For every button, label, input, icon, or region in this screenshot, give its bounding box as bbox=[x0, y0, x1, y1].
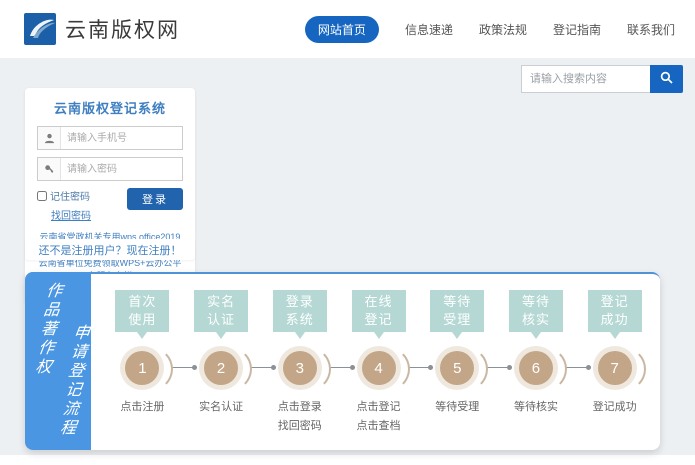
step-caption: 点击登记点击查档 bbox=[357, 398, 401, 435]
phone-input-group bbox=[37, 126, 183, 150]
flow-step-7: 登记成功 7 登记成功 bbox=[575, 290, 654, 446]
step-circle-ring: 2 bbox=[199, 346, 243, 390]
search-icon bbox=[660, 71, 673, 87]
login-actions-row: 记住密码 找回密码 登录 bbox=[37, 188, 183, 224]
nav-item-1[interactable]: 信息速递 bbox=[405, 21, 453, 38]
step-bubble: 实名认证 bbox=[194, 290, 248, 332]
search-bar bbox=[521, 65, 683, 93]
register-banner: 还不是注册用户？现在注册！ bbox=[25, 239, 195, 260]
main-nav: 网站首页 信息速递 政策法规 登记指南 联系我们 bbox=[305, 16, 675, 43]
bubble-tail bbox=[531, 332, 541, 339]
step-bubble: 等待受理 bbox=[430, 290, 484, 332]
step-circle-ring: 7 bbox=[593, 346, 637, 390]
bubble-tail bbox=[295, 332, 305, 339]
remember-password-label[interactable]: 记住密码 bbox=[37, 188, 91, 203]
step-circle-row: 7 bbox=[575, 346, 654, 390]
flow-side-label: 作品著作权 申请登记流程 bbox=[25, 272, 91, 450]
bubble-tail bbox=[452, 332, 462, 339]
step-bubble: 等待核实 bbox=[509, 290, 563, 332]
step-bubble: 首次使用 bbox=[115, 290, 169, 332]
bubble-tail bbox=[610, 332, 620, 339]
step-number: 1 bbox=[125, 351, 159, 385]
flow-side-label-col1: 作品著作权 bbox=[27, 282, 64, 377]
header: 云南版权网 网站首页 信息速递 政策法规 登记指南 联系我们 bbox=[0, 0, 695, 58]
remember-password-checkbox[interactable] bbox=[37, 191, 47, 201]
password-input[interactable] bbox=[61, 158, 182, 180]
login-button[interactable]: 登录 bbox=[127, 188, 183, 210]
flow-steps: 首次使用1点击注册实名认证2实名认证登录系统3点击登录找回密码在线登记4点击登记… bbox=[103, 290, 654, 446]
bubble-tail bbox=[137, 332, 147, 339]
step-circle-row: 2 bbox=[182, 346, 261, 390]
step-bubble: 登记成功 bbox=[588, 290, 642, 332]
step-number: 7 bbox=[598, 351, 632, 385]
page: 云南版权网 网站首页 信息速递 政策法规 登记指南 联系我们 云南版权登记系统 bbox=[0, 0, 695, 465]
step-caption: 等待核实 bbox=[514, 398, 558, 417]
key-icon bbox=[38, 158, 61, 180]
step-circle-row: 3 bbox=[260, 346, 339, 390]
step-circle-row: 1 bbox=[103, 346, 182, 390]
flow-step-1: 首次使用 1 点击注册 bbox=[103, 290, 182, 446]
bubble-tail bbox=[216, 332, 226, 339]
logo-icon bbox=[24, 13, 56, 45]
flow-step-3: 登录系统 3 点击登录找回密码 bbox=[260, 290, 339, 446]
step-number: 3 bbox=[283, 351, 317, 385]
flow-step-2: 实名认证 2 实名认证 bbox=[182, 290, 261, 446]
main-content: 云南版权登记系统 bbox=[0, 58, 695, 455]
step-caption: 实名认证 bbox=[199, 398, 243, 417]
step-number: 5 bbox=[440, 351, 474, 385]
step-caption: 点击登录找回密码 bbox=[278, 398, 322, 435]
step-circle-row: 6 bbox=[497, 346, 576, 390]
step-caption: 点击注册 bbox=[120, 398, 164, 417]
step-circle-row: 5 bbox=[418, 346, 497, 390]
user-icon bbox=[38, 127, 61, 149]
flow-side-label-col2: 申请登记流程 bbox=[52, 324, 91, 438]
step-bubble: 登录系统 bbox=[273, 290, 327, 332]
login-title: 云南版权登记系统 bbox=[37, 98, 183, 117]
register-now-link[interactable]: 还不是注册用户？现在注册！ bbox=[39, 242, 182, 258]
nav-item-4[interactable]: 联系我们 bbox=[627, 21, 675, 38]
step-circle-ring: 3 bbox=[278, 346, 322, 390]
nav-item-2[interactable]: 政策法规 bbox=[479, 21, 527, 38]
step-circle-row: 4 bbox=[339, 346, 418, 390]
remember-password-text: 记住密码 bbox=[50, 188, 90, 203]
step-caption: 登记成功 bbox=[593, 398, 637, 417]
phone-input[interactable] bbox=[61, 127, 182, 149]
nav-item-0[interactable]: 网站首页 bbox=[305, 16, 379, 43]
flow-step-5: 等待受理 5 等待受理 bbox=[418, 290, 497, 446]
step-circle-ring: 5 bbox=[435, 346, 479, 390]
site-logo[interactable]: 云南版权网 bbox=[24, 13, 180, 45]
step-number: 4 bbox=[362, 351, 396, 385]
nav-item-3[interactable]: 登记指南 bbox=[553, 21, 601, 38]
site-title: 云南版权网 bbox=[65, 14, 180, 44]
forgot-password-link[interactable]: 找回密码 bbox=[51, 207, 91, 222]
step-number: 2 bbox=[204, 351, 238, 385]
flow-step-6: 等待核实 6 等待核实 bbox=[497, 290, 576, 446]
step-circle-ring: 4 bbox=[357, 346, 401, 390]
flow-panel: 作品著作权 申请登记流程 首次使用1点击注册实名认证2实名认证登录系统3点击登录… bbox=[25, 272, 660, 450]
search-input[interactable] bbox=[521, 65, 650, 93]
password-input-group bbox=[37, 157, 183, 181]
remember-forgot-block: 记住密码 找回密码 bbox=[37, 188, 91, 224]
step-number: 6 bbox=[519, 351, 553, 385]
step-caption: 等待受理 bbox=[435, 398, 479, 417]
flow-step-4: 在线登记 4 点击登记点击查档 bbox=[339, 290, 418, 446]
bubble-tail bbox=[374, 332, 384, 339]
step-circle-ring: 6 bbox=[514, 346, 558, 390]
step-bubble: 在线登记 bbox=[352, 290, 406, 332]
search-button[interactable] bbox=[650, 65, 683, 93]
